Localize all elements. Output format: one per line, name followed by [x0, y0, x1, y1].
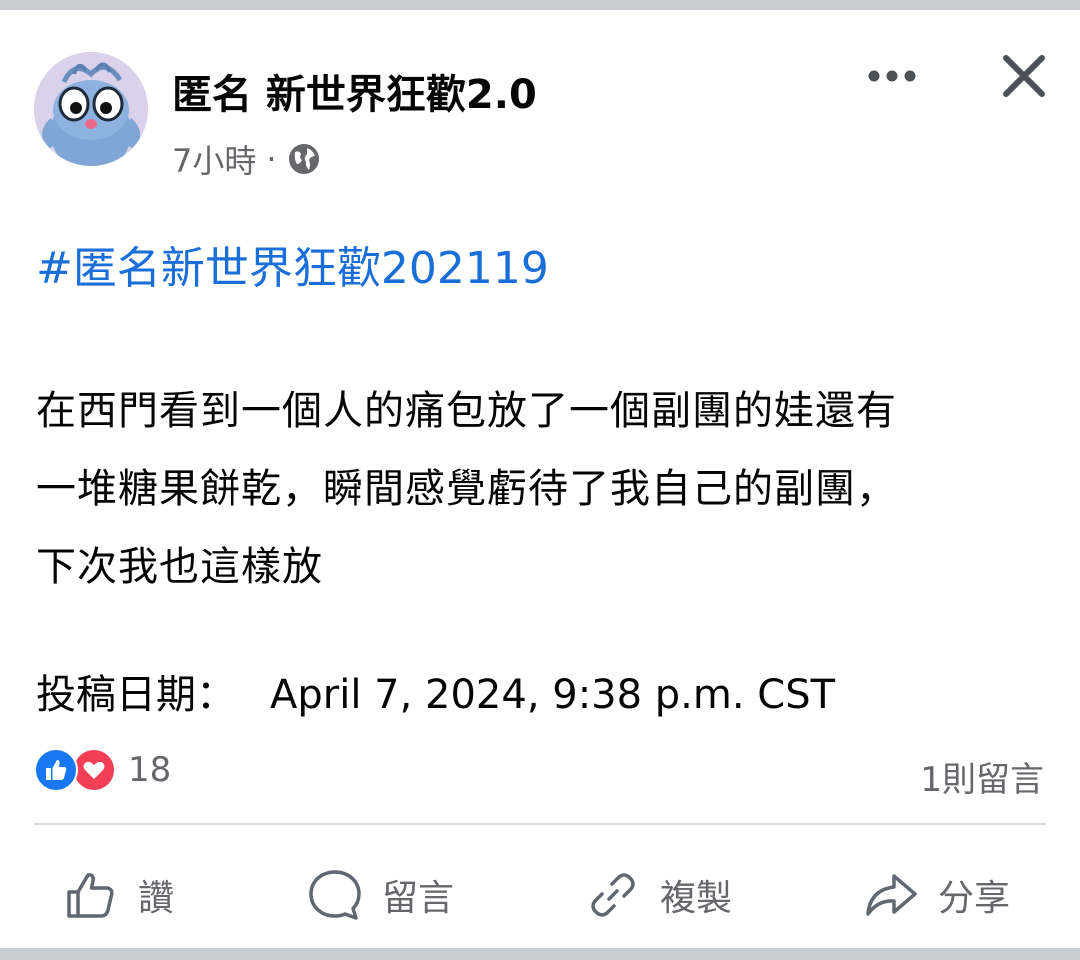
share-button[interactable]: 分享	[862, 850, 1010, 940]
like-label: 讚	[138, 878, 175, 919]
author-name[interactable]: 匿名 新世界狂歡2.0	[172, 62, 537, 120]
globe-icon	[287, 142, 321, 176]
post-meta: 7小時 ·	[172, 136, 321, 182]
submission-date: 投稿日期： April 7, 2024, 9:38 p.m. CST	[36, 662, 1056, 720]
post-header: 匿名 新世界狂歡2.0 7小時 ·	[34, 40, 1054, 200]
comment-label: 留言	[382, 878, 455, 919]
post-body-line: 在西門看到一個人的痛包放了一個副團的娃還有	[36, 388, 897, 434]
comment-bubble-icon	[309, 870, 361, 920]
date-value: April 7, 2024, 9:38 p.m. CST	[270, 672, 836, 718]
close-button[interactable]	[994, 46, 1054, 106]
hashtag-link[interactable]: #匿名新世界狂歡202119	[36, 232, 549, 296]
copy-label: 複製	[660, 878, 733, 919]
divider	[34, 823, 1046, 825]
like-icon	[34, 748, 78, 792]
action-bar: 讚 留言 複製 分享	[0, 850, 1080, 940]
link-chain-icon	[591, 873, 635, 917]
share-label: 分享	[938, 878, 1011, 919]
post-card: 匿名 新世界狂歡2.0 7小時 · #匿名新世界狂歡202119 在西門看到一個…	[0, 10, 1080, 948]
comment-count-link[interactable]: 1則留言	[920, 752, 1044, 801]
reaction-count: 18	[128, 750, 172, 790]
post-body-line: 一堆糖果餅乾，瞬間感覺虧待了我自己的副團，	[36, 466, 897, 512]
like-button[interactable]: 讚	[62, 850, 174, 940]
avatar-bird-illustration	[34, 52, 148, 166]
meta-separator: ·	[266, 140, 277, 178]
more-options-button[interactable]	[860, 52, 924, 100]
comment-button[interactable]: 留言	[306, 850, 454, 940]
thumbs-up-icon	[67, 873, 114, 918]
copy-button[interactable]: 複製	[584, 850, 732, 940]
love-icon	[72, 748, 116, 792]
date-label: 投稿日期：	[36, 672, 236, 718]
more-dots-icon	[868, 70, 916, 82]
reaction-summary[interactable]: 18	[34, 748, 171, 792]
post-body-line: 下次我也這樣放	[36, 544, 323, 590]
close-icon	[1003, 55, 1045, 97]
post-time[interactable]: 7小時	[172, 136, 256, 182]
share-arrow-icon	[866, 874, 917, 916]
author-avatar[interactable]	[34, 52, 148, 166]
post-body: 在西門看到一個人的痛包放了一個副團的娃還有 一堆糖果餅乾，瞬間感覺虧待了我自己的…	[36, 372, 1056, 606]
